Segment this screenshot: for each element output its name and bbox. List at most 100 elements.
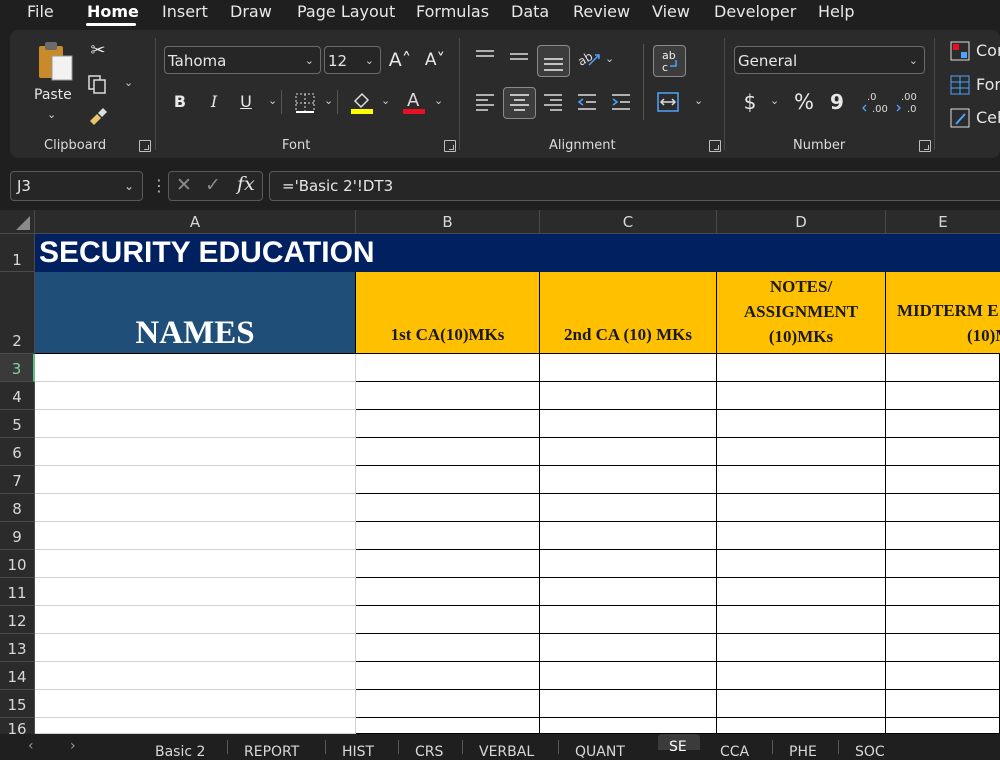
grid-cell[interactable] bbox=[717, 466, 886, 494]
orientation-dropdown-chevron-icon[interactable]: ⌄ bbox=[605, 52, 614, 65]
grid-cell[interactable] bbox=[356, 578, 540, 606]
clipboard-launcher-icon[interactable] bbox=[139, 140, 151, 152]
scroll-tabs-left-icon[interactable]: ‹ bbox=[28, 738, 34, 754]
menu-insert[interactable]: Insert bbox=[162, 2, 208, 21]
font-color-button[interactable]: A bbox=[402, 89, 426, 115]
grid-cell[interactable] bbox=[540, 354, 717, 382]
increase-decimal-button[interactable]: .0.00 bbox=[861, 89, 889, 115]
italic-button[interactable]: I bbox=[204, 89, 224, 115]
insert-function-icon[interactable]: fx bbox=[237, 173, 255, 195]
align-right-button[interactable] bbox=[542, 92, 564, 112]
format-painter-button[interactable] bbox=[87, 106, 109, 128]
grid-cell[interactable] bbox=[35, 718, 356, 734]
borders-dropdown-chevron-icon[interactable]: ⌄ bbox=[324, 94, 333, 107]
grid-cell[interactable] bbox=[35, 662, 356, 690]
grid-cell[interactable] bbox=[886, 550, 1000, 578]
enter-check-icon[interactable]: ✓ bbox=[205, 174, 221, 196]
menu-page-layout[interactable]: Page Layout bbox=[297, 2, 395, 21]
grid-cell[interactable] bbox=[886, 494, 1000, 522]
column-header-d[interactable]: D bbox=[717, 210, 886, 234]
grid-cell[interactable] bbox=[540, 690, 717, 718]
row-header-5[interactable]: 5 bbox=[0, 410, 35, 438]
bottom-align-button[interactable] bbox=[537, 45, 570, 77]
grid-cell[interactable] bbox=[35, 578, 356, 606]
row-header-16[interactable]: 16 bbox=[0, 718, 35, 734]
font-size-combo[interactable]: 12 ⌄ bbox=[324, 46, 381, 74]
currency-format-icon[interactable]: $ bbox=[739, 89, 761, 115]
grid-cell[interactable] bbox=[717, 578, 886, 606]
grid-cell[interactable] bbox=[886, 382, 1000, 410]
decrease-indent-button[interactable] bbox=[576, 92, 598, 112]
grid-cell[interactable] bbox=[717, 718, 886, 734]
paste-button[interactable] bbox=[36, 40, 76, 82]
grid-cell[interactable] bbox=[886, 354, 1000, 382]
scroll-tabs-right-icon[interactable]: › bbox=[70, 738, 76, 754]
merge-dropdown-chevron-icon[interactable]: ⌄ bbox=[694, 94, 703, 107]
grid-cell[interactable] bbox=[717, 438, 886, 466]
grid-cell[interactable] bbox=[717, 494, 886, 522]
menu-review[interactable]: Review bbox=[573, 2, 630, 21]
grid-cell[interactable] bbox=[717, 354, 886, 382]
middle-align-button[interactable] bbox=[508, 48, 530, 66]
grid-cell[interactable] bbox=[886, 662, 1000, 690]
grid-cell[interactable] bbox=[886, 718, 1000, 734]
cut-icon[interactable]: ✂ bbox=[86, 38, 110, 64]
menu-help[interactable]: Help bbox=[818, 2, 854, 21]
menu-home[interactable]: Home bbox=[87, 2, 139, 21]
grid-cell[interactable] bbox=[356, 494, 540, 522]
percent-style-icon[interactable]: % bbox=[791, 89, 817, 115]
grid-cell[interactable] bbox=[886, 522, 1000, 550]
grid-cell[interactable] bbox=[540, 606, 717, 634]
menu-developer[interactable]: Developer bbox=[714, 2, 796, 21]
grid-cell[interactable] bbox=[540, 410, 717, 438]
grid-cell[interactable] bbox=[540, 438, 717, 466]
grid-cell[interactable] bbox=[356, 466, 540, 494]
borders-button[interactable] bbox=[294, 92, 316, 114]
grid-cell[interactable] bbox=[35, 690, 356, 718]
column-header-a[interactable]: A bbox=[35, 210, 356, 234]
grid-cell[interactable] bbox=[35, 466, 356, 494]
grid-cell[interactable] bbox=[717, 522, 886, 550]
row-header-7[interactable]: 7 bbox=[0, 466, 35, 494]
tab-quant[interactable]: QUANT bbox=[575, 744, 625, 760]
header-midterm[interactable]: MIDTERM E (10)M bbox=[886, 272, 1000, 354]
tab-verbal[interactable]: VERBAL bbox=[479, 744, 534, 760]
tab-cca[interactable]: CCA bbox=[720, 744, 749, 760]
menu-data[interactable]: Data bbox=[511, 2, 549, 21]
grid-cell[interactable] bbox=[356, 690, 540, 718]
paste-dropdown-chevron-icon[interactable]: ⌄ bbox=[47, 108, 56, 121]
row-header-2[interactable]: 2 bbox=[0, 272, 35, 354]
comma-style-icon[interactable]: 9 bbox=[827, 89, 847, 115]
more-options-icon[interactable]: ⋮ bbox=[151, 176, 167, 195]
header-names[interactable]: NAMES bbox=[35, 272, 356, 354]
row-header-4[interactable]: 4 bbox=[0, 382, 35, 410]
copy-button[interactable] bbox=[87, 74, 107, 94]
row-header-6[interactable]: 6 bbox=[0, 438, 35, 466]
number-launcher-icon[interactable] bbox=[919, 140, 931, 152]
align-center-button[interactable] bbox=[503, 87, 536, 119]
copy-dropdown-chevron-icon[interactable]: ⌄ bbox=[124, 76, 133, 89]
underline-dropdown-chevron-icon[interactable]: ⌄ bbox=[268, 94, 277, 107]
grid-cell[interactable] bbox=[35, 438, 356, 466]
increase-indent-button[interactable] bbox=[610, 92, 632, 112]
grid-cell[interactable] bbox=[886, 690, 1000, 718]
grid-cell[interactable] bbox=[540, 662, 717, 690]
grid-cell[interactable] bbox=[356, 718, 540, 734]
cancel-icon[interactable]: ✕ bbox=[176, 174, 192, 196]
grid-cell[interactable] bbox=[886, 578, 1000, 606]
tab-soc[interactable]: SOC bbox=[855, 744, 885, 760]
formula-input[interactable]: ='Basic 2'!DT3 bbox=[269, 171, 1000, 201]
tab-basic-2[interactable]: Basic 2 bbox=[155, 744, 205, 760]
row-header-3[interactable]: 3 bbox=[0, 354, 35, 382]
grid-cell[interactable] bbox=[35, 382, 356, 410]
grid-cell[interactable] bbox=[356, 662, 540, 690]
grid-cell[interactable] bbox=[356, 410, 540, 438]
name-box[interactable]: J3 ⌄ bbox=[10, 171, 143, 201]
menu-formulas[interactable]: Formulas bbox=[416, 2, 489, 21]
menu-view[interactable]: View bbox=[652, 2, 690, 21]
select-all-button[interactable] bbox=[0, 210, 35, 234]
font-launcher-icon[interactable] bbox=[444, 140, 456, 152]
row-header-8[interactable]: 8 bbox=[0, 494, 35, 522]
grid-cell[interactable] bbox=[35, 606, 356, 634]
bold-button[interactable]: B bbox=[170, 89, 190, 115]
